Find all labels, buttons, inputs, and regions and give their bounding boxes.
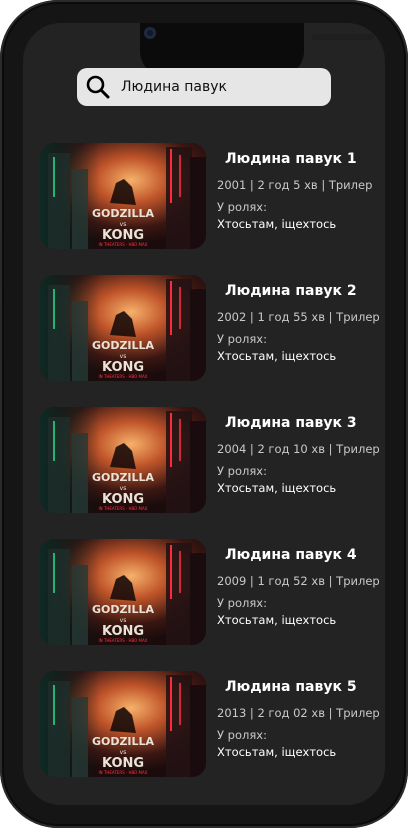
front-camera: [144, 27, 156, 39]
poster-credit: IN THEATERS · HBO MAX: [99, 506, 148, 511]
movie-title[interactable]: Людина павук 2: [225, 283, 357, 299]
movie-cast: Хтосьтам, іщехтось: [217, 217, 337, 231]
volume-down-button: [0, 306, 2, 364]
poster-vs: vs: [120, 749, 127, 756]
speaker: [312, 34, 374, 40]
movie-title[interactable]: Людина павук 5: [225, 679, 357, 695]
poster-credit: IN THEATERS · HBO MAX: [99, 374, 148, 379]
poster-vs: vs: [120, 221, 127, 228]
movie-cast: Хтосьтам, іщехтось: [217, 613, 337, 627]
cast-label: У ролях:: [217, 332, 267, 346]
mute-switch: [0, 170, 2, 200]
movie-meta: 2004 | 2 год 10 хв | Трилер: [217, 442, 380, 456]
movie-poster[interactable]: GODZILLA vs KONG IN THEATERS · HBO MAX: [40, 407, 206, 513]
poster-image: GODZILLAvsKONGIN THEATERS · HBO MAX: [40, 539, 206, 645]
movie-title[interactable]: Людина павук 4: [225, 547, 357, 563]
poster-line1: GODZILLA: [92, 603, 155, 616]
movie-poster[interactable]: GODZILLA vs KONG IN THEATERS · HBO MAX: [40, 539, 206, 645]
poster-vs: vs: [120, 617, 127, 624]
poster-line2: KONG: [102, 360, 144, 375]
poster-image: GODZILLAvsKONGIN THEATERS · HBO MAX: [40, 143, 206, 249]
poster-line2: KONG: [102, 492, 144, 507]
poster-line2: KONG: [102, 624, 144, 639]
poster-line2: KONG: [102, 228, 144, 243]
cast-label: У ролях:: [217, 200, 267, 214]
poster-credit: IN THEATERS · HBO MAX: [99, 242, 148, 247]
movie-meta: 2013 | 2 год 02 хв | Трилер: [217, 706, 380, 720]
poster-vs: vs: [120, 353, 127, 360]
poster-image: GODZILLAvsKONGIN THEATERS · HBO MAX: [40, 671, 206, 777]
movie-poster[interactable]: GODZILLA vs KONG IN THEATERS · HBO MAX: [40, 671, 206, 777]
poster-line1: GODZILLA: [92, 735, 155, 748]
movie-meta: 2009 | 1 год 52 хв | Трилер: [217, 574, 380, 588]
movie-title[interactable]: Людина павук 1: [225, 151, 357, 167]
movie-poster[interactable]: GODZILLA vs KONG IN THEATERS · HBO MAX: [40, 275, 206, 381]
movie-cast: Хтосьтам, іщехтось: [217, 349, 337, 363]
movie-meta: 2002 | 1 год 55 хв | Трилер: [217, 310, 380, 324]
poster-line1: GODZILLA: [92, 207, 155, 220]
movie-poster[interactable]: GODZILLA vs KONG IN THEATERS · HBO MAX: [40, 143, 206, 249]
poster-line2: KONG: [102, 756, 144, 771]
movie-meta: 2001 | 2 год 5 хв | Трилер: [217, 178, 373, 192]
cast-label: У ролях:: [217, 596, 267, 610]
cast-label: У ролях:: [217, 728, 267, 742]
movie-title[interactable]: Людина павук 3: [225, 415, 357, 431]
movie-cast: Хтосьтам, іщехтось: [217, 745, 337, 759]
movie-cast: Хтосьтам, іщехтось: [217, 481, 337, 495]
poster-vs: vs: [120, 485, 127, 492]
search-input[interactable]: Людина павук: [121, 79, 227, 95]
poster-image: GODZILLAvsKONGIN THEATERS · HBO MAX: [40, 407, 206, 513]
volume-up-button: [0, 228, 2, 286]
poster-image: GODZILLAvsKONGIN THEATERS · HBO MAX: [40, 275, 206, 381]
poster-line1: GODZILLA: [92, 471, 155, 484]
poster-credit: IN THEATERS · HBO MAX: [99, 770, 148, 775]
poster-credit: IN THEATERS · HBO MAX: [99, 638, 148, 643]
cast-label: У ролях:: [217, 464, 267, 478]
poster-line1: GODZILLA: [92, 339, 155, 352]
search-icon: [86, 75, 110, 99]
search-bar[interactable]: Людина павук: [77, 68, 331, 106]
